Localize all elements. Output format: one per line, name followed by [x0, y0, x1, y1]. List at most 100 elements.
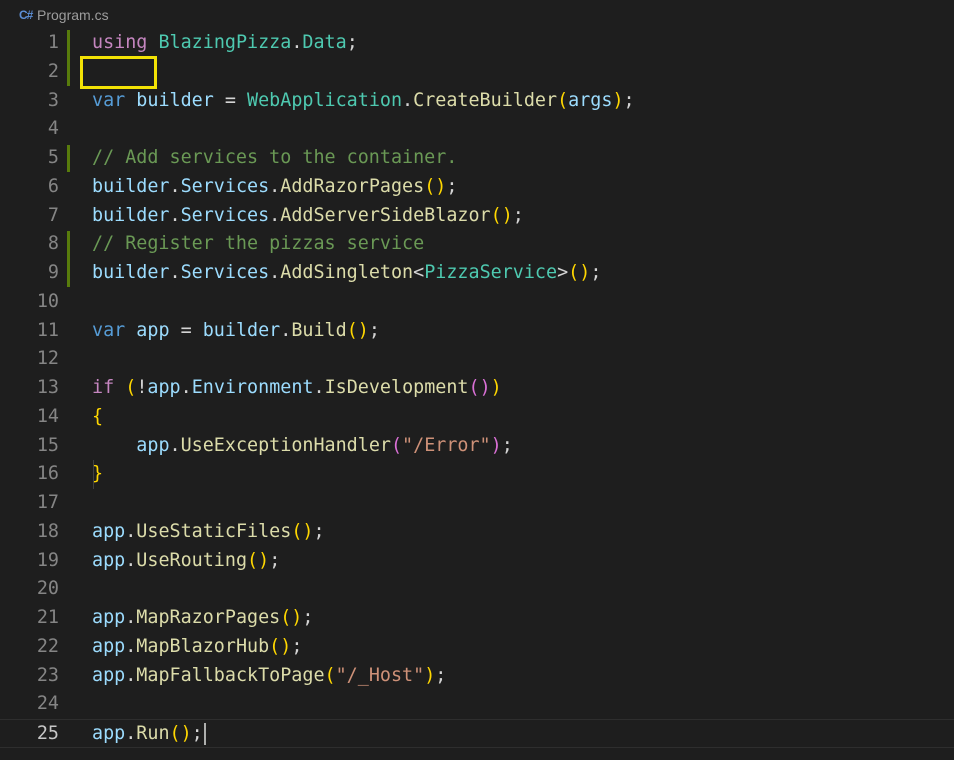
code-line[interactable]: 17 [0, 489, 954, 518]
code-line[interactable]: 20 [0, 575, 954, 604]
line-number: 22 [36, 635, 59, 657]
code-token: } [92, 463, 104, 485]
code-text: app.MapBlazorHub(); [92, 633, 302, 662]
code-line[interactable]: 4 [0, 115, 954, 144]
code-token: . [313, 377, 325, 398]
code-line[interactable]: 8 // Register the pizzas service [0, 230, 954, 259]
code-token: CreateBuilder [413, 89, 558, 111]
code-token: = [213, 89, 248, 111]
code-line[interactable]: 2 [0, 58, 954, 87]
code-line[interactable]: 23 app.MapFallbackToPage("/_Host"); [0, 662, 954, 691]
code-token: ) [424, 664, 436, 686]
code-token: . [125, 520, 137, 542]
code-line[interactable]: 16} [0, 460, 954, 489]
code-token: . [125, 549, 137, 571]
code-token: ; [191, 723, 203, 744]
code-token: ( [125, 377, 137, 398]
code-line[interactable]: 11 var app = builder.Build(); [0, 317, 954, 346]
text-cursor [203, 723, 206, 745]
code-line[interactable]: 22 app.MapBlazorHub(); [0, 633, 954, 662]
code-token: AddSingleton [280, 262, 414, 283]
code-text: if (!app.Environment.IsDevelopment()) [92, 374, 502, 403]
code-token: builder [136, 89, 214, 111]
code-token: var [92, 319, 126, 341]
code-token: Data [302, 32, 347, 53]
line-number: 4 [47, 118, 59, 140]
code-text: builder.Services.AddRazorPages(); [92, 173, 457, 202]
editor-tab-bar: C# Program.cs [0, 0, 954, 30]
code-token: () [280, 607, 303, 628]
code-token: using [92, 32, 148, 53]
code-text: using BlazingPizza.Data; [92, 29, 358, 58]
code-text: app.UseExceptionHandler("/Error"); [92, 432, 513, 461]
line-number: 10 [36, 290, 59, 312]
code-token: ! [136, 377, 148, 398]
code-token: . [402, 89, 414, 111]
code-line[interactable]: 21 app.MapRazorPages(); [0, 604, 954, 633]
code-token: app [92, 723, 126, 744]
code-token: app [92, 520, 126, 542]
code-line[interactable]: 5 // Add services to the container. [0, 144, 954, 173]
line-number: 24 [36, 693, 59, 715]
line-number: 12 [36, 348, 59, 370]
code-line[interactable]: 19 app.UseRouting(); [0, 547, 954, 576]
code-token: app [92, 635, 126, 657]
code-token: < [413, 262, 425, 283]
code-line[interactable]: 3 var builder = WebApplication.CreateBuil… [0, 87, 954, 116]
code-line[interactable]: 9 builder.Services.AddSingleton<PizzaServ… [0, 259, 954, 288]
code-token: . [169, 204, 181, 226]
code-line[interactable]: 18 app.UseStaticFiles(); [0, 518, 954, 547]
code-line[interactable]: 6 builder.Services.AddRazorPages(); [0, 173, 954, 202]
code-token: app [92, 549, 126, 571]
code-token: ; [623, 89, 635, 111]
code-token: () [169, 723, 192, 744]
code-token: () [247, 549, 270, 571]
code-token: ; [435, 664, 447, 686]
code-text: app.Run(); [92, 720, 206, 749]
code-text: builder.Services.AddServerSideBlazor(); [92, 202, 524, 231]
code-token: ; [446, 175, 458, 197]
code-line[interactable]: 12 [0, 345, 954, 374]
line-number: 15 [36, 434, 59, 456]
code-token: MapFallbackToPage [136, 664, 325, 686]
code-line[interactable]: 1 using BlazingPizza.Data; [0, 29, 954, 58]
code-line[interactable]: 7 builder.Services.AddServerSideBlazor(); [0, 202, 954, 231]
code-token: ; [302, 607, 314, 628]
code-token: "/Error" [402, 434, 491, 456]
code-token: ; [501, 434, 513, 456]
code-token: ; [512, 204, 524, 226]
code-token: ; [346, 32, 358, 53]
code-line[interactable]: 25 app.Run(); [0, 719, 954, 748]
code-line[interactable]: 24 [0, 690, 954, 719]
code-line[interactable]: 15 app.UseExceptionHandler("/Error"); [0, 432, 954, 461]
code-token: ; [269, 549, 281, 571]
code-token: () [291, 520, 314, 542]
code-token: args [568, 89, 613, 111]
code-token: Run [136, 723, 170, 744]
line-number: 20 [36, 578, 59, 600]
code-token: WebApplication [247, 89, 403, 111]
code-token: . [180, 377, 192, 398]
line-number: 7 [47, 204, 59, 226]
code-line[interactable]: 10 [0, 288, 954, 317]
tab-program-cs[interactable]: C# Program.cs [0, 0, 119, 30]
code-line[interactable]: 14 { [0, 403, 954, 432]
code-token: . [269, 204, 281, 226]
code-text: { [92, 403, 103, 432]
code-line[interactable]: 13 if (!app.Environment.IsDevelopment()) [0, 374, 954, 403]
code-token: . [125, 607, 137, 628]
code-token: () [269, 635, 292, 657]
line-number: 21 [36, 607, 59, 628]
code-token: = [169, 319, 203, 341]
code-text: // Register the pizzas service [92, 230, 424, 259]
code-token: MapRazorPages [136, 607, 281, 628]
code-token: // Register the pizzas service [92, 233, 425, 255]
code-token: // Add services to the container. [92, 147, 458, 168]
code-token: . [125, 635, 137, 657]
code-token: () [490, 204, 513, 226]
code-token: () [346, 319, 369, 341]
code-editor[interactable]: 1 using BlazingPizza.Data; 2 3 var builder =… [0, 29, 954, 760]
code-token: app [92, 607, 126, 628]
